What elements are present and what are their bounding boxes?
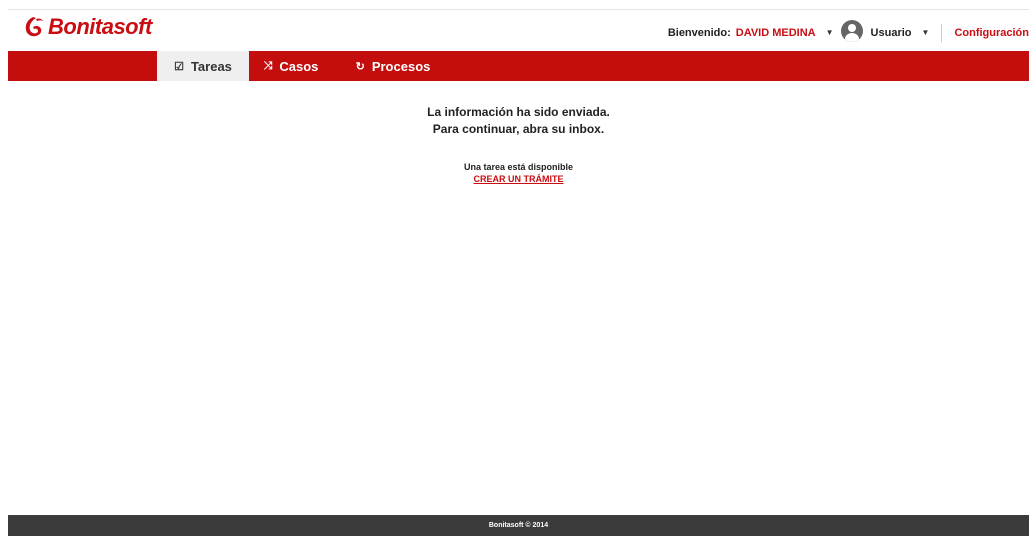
tab-procesos[interactable]: ↻ Procesos bbox=[346, 51, 440, 81]
bonitasoft-logo-icon bbox=[25, 17, 43, 37]
tab-casos-label: Casos bbox=[279, 58, 319, 74]
settings-link[interactable]: Configuración bbox=[954, 27, 1029, 39]
role-label[interactable]: Usuario bbox=[871, 27, 912, 39]
user-area: Bienvenido: DAVID MEDINA ▼ Usuario ▼ Con… bbox=[667, 20, 1029, 42]
header-divider bbox=[941, 23, 943, 42]
user-name[interactable]: DAVID MEDINA bbox=[736, 27, 816, 39]
inbox-instruction: Para continuar, abra su inbox. bbox=[432, 122, 605, 136]
welcome-label: Bienvenido: bbox=[667, 26, 731, 39]
shuffle-icon: ⤨ bbox=[263, 59, 273, 72]
create-procedure-link-wrap: CREAR UN TRÁMITE bbox=[8, 174, 1029, 184]
create-procedure-link[interactable]: CREAR UN TRÁMITE bbox=[474, 174, 564, 184]
checkbox-icon: ☑ bbox=[174, 60, 184, 73]
app-header: Bonitasoft Bienvenido: DAVID MEDINA ▼ Us… bbox=[8, 10, 1029, 51]
brand-name: Bonitasoft bbox=[48, 14, 152, 39]
confirmation-message: La información ha sido enviada. bbox=[427, 105, 610, 119]
footer: Bonitasoft © 2014 bbox=[8, 515, 1029, 536]
brand-logo[interactable]: Bonitasoft bbox=[24, 14, 152, 40]
main-nav: ☑ Tareas ⤨ Casos ↻ Procesos bbox=[8, 51, 1029, 81]
footer-copyright: Bonitasoft © 2014 bbox=[488, 522, 549, 529]
avatar[interactable] bbox=[840, 20, 863, 42]
task-available-note: Una tarea está disponible bbox=[463, 162, 574, 172]
tab-casos[interactable]: ⤨ Casos bbox=[256, 51, 326, 81]
process-icon: ↻ bbox=[355, 60, 365, 73]
role-menu-chevron-down-icon[interactable]: ▼ bbox=[922, 28, 930, 37]
tab-tareas[interactable]: ☑ Tareas bbox=[157, 51, 249, 81]
tab-tareas-label: Tareas bbox=[190, 58, 232, 74]
user-menu-chevron-down-icon[interactable]: ▼ bbox=[826, 28, 834, 37]
tab-procesos-label: Procesos bbox=[371, 58, 431, 74]
